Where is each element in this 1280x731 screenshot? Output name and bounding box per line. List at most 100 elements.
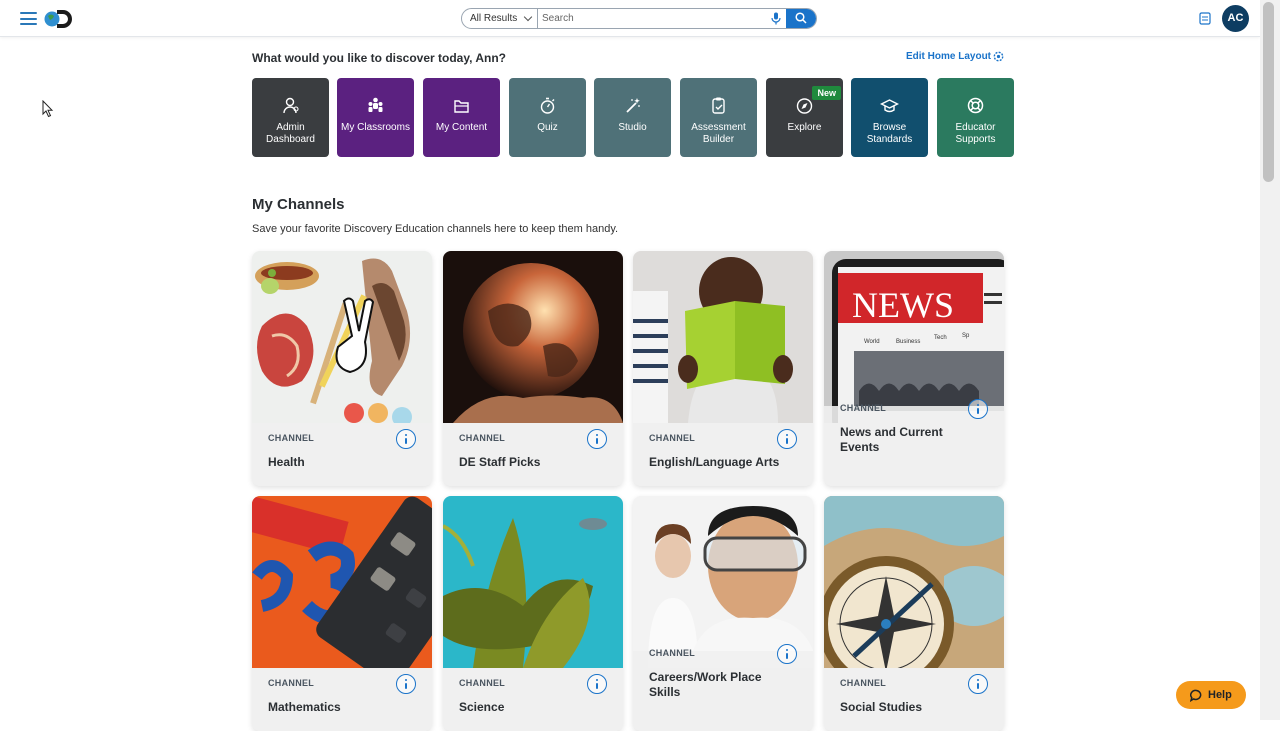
- news-nav-business: Business: [896, 339, 920, 345]
- scrollbar-thumb[interactable]: [1263, 2, 1274, 182]
- search-scope-dropdown[interactable]: All Results: [462, 9, 538, 28]
- folder-icon: [454, 100, 469, 113]
- tile-label: Admin Dashboard: [266, 122, 315, 145]
- tile-assessment-builder[interactable]: Assessment Builder: [680, 78, 757, 157]
- my-channels-subtitle: Save your favorite Discovery Education c…: [252, 223, 619, 235]
- channel-card-info: CHANNEL Science: [443, 668, 623, 731]
- channel-name: Careers/Work Place Skills: [649, 670, 762, 699]
- tile-label: Explore: [787, 122, 822, 133]
- user-avatar[interactable]: AC: [1222, 5, 1249, 32]
- more-options-icon[interactable]: [396, 674, 416, 694]
- search-icon: [795, 12, 807, 24]
- tile-label: Studio: [618, 122, 647, 133]
- channel-name: English/Language Arts: [649, 455, 780, 469]
- channel-card-health[interactable]: CHANNEL Health: [252, 251, 432, 486]
- scientist-goggles-image: [633, 496, 813, 668]
- channel-card-info: CHANNEL Mathematics: [252, 668, 432, 731]
- tile-label: Assessment Builder: [691, 122, 746, 145]
- channel-card-news-and-current-events[interactable]: NEWS World Business Tech Sp CHANNEL News…: [824, 251, 1004, 486]
- classrooms-icon: [368, 97, 383, 112]
- channel-tag: CHANNEL: [649, 648, 696, 658]
- new-badge: New: [812, 86, 841, 100]
- tile-label: Educator Supports: [955, 122, 996, 145]
- tile-quiz[interactable]: Quiz: [509, 78, 586, 157]
- channel-card-careers-work-place-skills[interactable]: CHANNEL Careers/Work Place Skills: [633, 496, 813, 731]
- page-scrollbar[interactable]: [1260, 0, 1280, 720]
- kelp-forest-image: [443, 496, 623, 668]
- tile-browse-standards[interactable]: Browse Standards: [851, 78, 928, 157]
- channel-card-info: CHANNEL DE Staff Picks: [443, 423, 623, 486]
- more-options-icon[interactable]: [777, 644, 797, 664]
- boy-reading-book-image: [633, 251, 813, 423]
- compass-icon: [796, 98, 813, 114]
- channel-tag: CHANNEL: [840, 403, 887, 413]
- help-label: Help: [1208, 689, 1232, 701]
- tile-label: My Content: [435, 122, 488, 133]
- quick-access-tiles: Admin Dashboard My Classrooms My Content…: [252, 78, 1014, 157]
- chat-bubble-icon: [1190, 689, 1202, 702]
- news-headline-text: NEWS: [852, 285, 954, 325]
- my-channels-heading: My Channels: [252, 196, 345, 213]
- channel-card-social-studies[interactable]: CHANNEL Social Studies: [824, 496, 1004, 731]
- chevron-down-icon: [523, 12, 533, 22]
- mouse-pointer-icon: [42, 100, 54, 118]
- channel-card-science[interactable]: CHANNEL Science: [443, 496, 623, 731]
- tile-educator-supports[interactable]: Educator Supports: [937, 78, 1014, 157]
- tile-my-classrooms[interactable]: My Classrooms: [337, 78, 414, 157]
- tile-admin-dashboard[interactable]: Admin Dashboard: [252, 78, 329, 157]
- search-bar: All Results: [461, 8, 817, 29]
- more-options-icon[interactable]: [968, 399, 988, 419]
- greeting-text: What would you like to discover today, A…: [252, 51, 507, 65]
- edit-home-layout-label: Edit Home Layout: [906, 51, 992, 62]
- more-options-icon[interactable]: [587, 429, 607, 449]
- more-options-icon[interactable]: [777, 429, 797, 449]
- search-input[interactable]: [542, 9, 772, 28]
- search-scope-label: All Results: [470, 13, 518, 24]
- top-navigation-bar: All Results AC: [0, 0, 1260, 37]
- help-button[interactable]: Help: [1176, 681, 1246, 709]
- channel-tag: CHANNEL: [840, 678, 887, 688]
- channel-card-info: CHANNEL Social Studies: [824, 668, 1004, 731]
- tile-label: Browse Standards: [866, 122, 913, 145]
- tile-explore[interactable]: New Explore: [766, 78, 843, 157]
- channel-tag: CHANNEL: [649, 433, 696, 443]
- channel-tag: CHANNEL: [459, 433, 506, 443]
- news-nav-tech: Tech: [934, 335, 947, 341]
- menu-icon[interactable]: [20, 12, 37, 25]
- stopwatch-icon: [540, 97, 555, 114]
- math-calculator-image: [252, 496, 432, 668]
- channel-name: DE Staff Picks: [459, 455, 541, 469]
- graduation-cap-icon: [880, 99, 899, 113]
- channel-name: News and Current Events: [840, 425, 943, 454]
- tile-label: My Classrooms: [341, 122, 410, 133]
- gear-icon: [993, 51, 1004, 62]
- microphone-icon[interactable]: [771, 12, 781, 25]
- channel-tag: CHANNEL: [268, 678, 315, 688]
- compass-map-image: [824, 496, 1004, 668]
- news-nav-world: World: [864, 339, 880, 345]
- earth-in-hands-image: [443, 251, 623, 423]
- news-phone-image: NEWS World Business Tech Sp: [824, 251, 1004, 423]
- search-button[interactable]: [786, 9, 816, 28]
- edit-home-layout-link[interactable]: Edit Home Layout: [906, 51, 1004, 62]
- assignments-icon[interactable]: [1199, 12, 1211, 25]
- tile-my-content[interactable]: My Content: [423, 78, 500, 157]
- more-options-icon[interactable]: [968, 674, 988, 694]
- channel-card-english-language-arts[interactable]: CHANNEL English/Language Arts: [633, 251, 813, 486]
- channel-card-de-staff-picks[interactable]: CHANNEL DE Staff Picks: [443, 251, 623, 486]
- channel-card-mathematics[interactable]: CHANNEL Mathematics: [252, 496, 432, 731]
- clipboard-icon: [712, 97, 725, 114]
- channel-card-info: CHANNEL English/Language Arts: [633, 423, 813, 486]
- lifebuoy-icon: [967, 97, 984, 114]
- channel-tag: CHANNEL: [459, 678, 506, 688]
- more-options-icon[interactable]: [396, 429, 416, 449]
- tile-studio[interactable]: Studio: [594, 78, 671, 157]
- more-options-icon[interactable]: [587, 674, 607, 694]
- channel-tag: CHANNEL: [268, 433, 315, 443]
- channel-card-info: CHANNEL Health: [252, 423, 432, 486]
- tile-label: Quiz: [537, 122, 558, 133]
- channel-name: Science: [459, 700, 505, 714]
- channel-name: Social Studies: [840, 700, 923, 714]
- discovery-education-logo[interactable]: [44, 8, 74, 29]
- channel-card-info: CHANNEL Careers/Work Place Skills: [633, 644, 813, 731]
